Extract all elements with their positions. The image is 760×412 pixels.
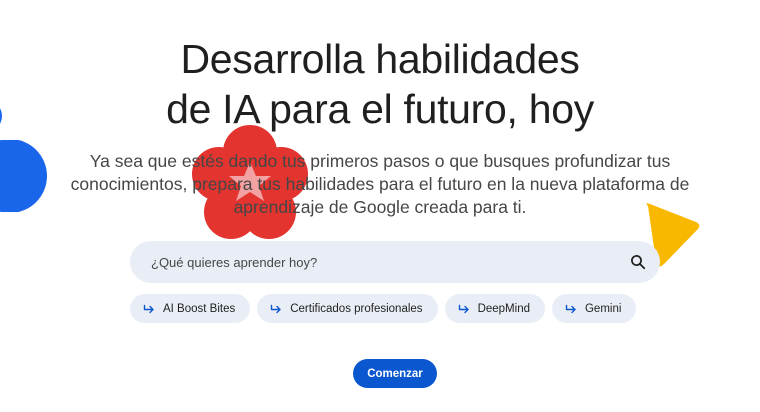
chip-ai-boost-bites[interactable]: AI Boost Bites — [130, 294, 251, 323]
chip-gemini[interactable]: Gemini — [551, 294, 637, 323]
arrow-icon — [270, 304, 282, 314]
headline-line-2: de IA para el futuro, hoy — [166, 86, 594, 132]
page-title: Desarrolla habilidades de IA para el fut… — [0, 34, 760, 134]
search-icon[interactable] — [630, 254, 646, 270]
search-bar[interactable] — [130, 241, 660, 283]
hero-section: Desarrolla habilidades de IA para el fut… — [0, 34, 760, 219]
arrow-icon — [565, 304, 577, 314]
arrow-icon — [458, 304, 470, 314]
comenzar-button[interactable]: Comenzar — [353, 359, 437, 388]
chip-deepmind[interactable]: DeepMind — [444, 294, 545, 323]
chip-certificados-profesionales[interactable]: Certificados profesionales — [257, 294, 438, 323]
chip-label: Gemini — [584, 302, 622, 315]
chip-label: Certificados profesionales — [290, 302, 423, 315]
search-input[interactable] — [149, 253, 630, 271]
headline-line-1: Desarrolla habilidades — [180, 36, 580, 82]
chip-label: DeepMind — [477, 302, 530, 315]
chip-label: AI Boost Bites — [163, 302, 236, 315]
hero-subtitle: Ya sea que estés dando tus primeros paso… — [70, 151, 690, 217]
arrow-icon — [143, 304, 155, 314]
suggestion-chips: AI Boost Bites Certificados profesionale… — [130, 294, 637, 323]
